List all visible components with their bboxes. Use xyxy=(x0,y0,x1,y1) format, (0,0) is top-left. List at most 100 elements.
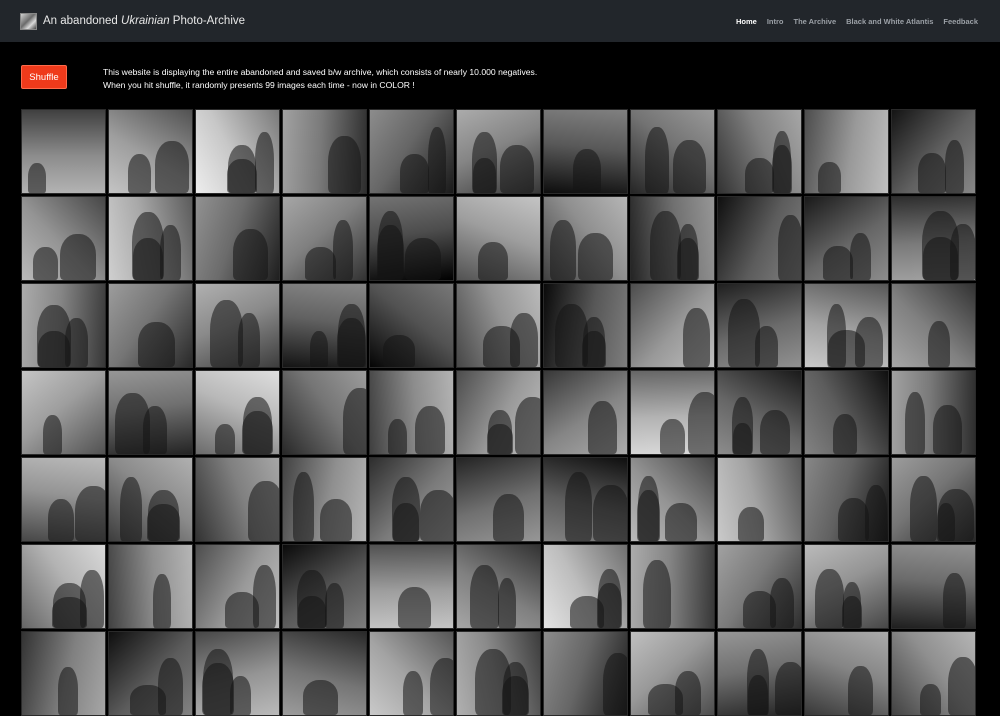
photo-thumbnail[interactable] xyxy=(108,196,193,281)
photo-thumbnail[interactable] xyxy=(456,631,541,716)
photo-thumbnail[interactable] xyxy=(21,109,106,194)
photo-thumbnail[interactable] xyxy=(891,283,976,368)
photo-thumbnail[interactable] xyxy=(630,544,715,629)
photo-subject-shape xyxy=(297,570,327,628)
photo-subject-shape xyxy=(673,140,706,193)
photo-subject-shape xyxy=(130,685,166,715)
photo-thumbnail[interactable] xyxy=(195,544,280,629)
photo-thumbnail[interactable] xyxy=(891,544,976,629)
photo-thumbnail[interactable] xyxy=(369,196,454,281)
photo-thumbnail[interactable] xyxy=(369,457,454,542)
photo-thumbnail[interactable] xyxy=(282,631,367,716)
photo-thumbnail[interactable] xyxy=(717,544,802,629)
photo-thumbnail[interactable] xyxy=(108,109,193,194)
shuffle-button[interactable]: Shuffle xyxy=(21,65,67,89)
photo-thumbnail[interactable] xyxy=(630,109,715,194)
photo-subject-shape xyxy=(665,503,697,541)
photo-thumbnail[interactable] xyxy=(282,544,367,629)
nav-link-black-and-white-atlantis[interactable]: Black and White Atlantis xyxy=(846,17,933,26)
photo-thumbnail[interactable] xyxy=(108,283,193,368)
photo-thumbnail[interactable] xyxy=(804,109,889,194)
photo-thumbnail[interactable] xyxy=(195,370,280,455)
photo-thumbnail[interactable] xyxy=(891,370,976,455)
photo-thumbnail[interactable] xyxy=(891,631,976,716)
photo-thumbnail[interactable] xyxy=(456,109,541,194)
photo-thumbnail[interactable] xyxy=(630,457,715,542)
photo-thumbnail[interactable] xyxy=(456,457,541,542)
photo-thumbnail[interactable] xyxy=(891,457,976,542)
photo-thumbnail[interactable] xyxy=(717,109,802,194)
photo-thumbnail[interactable] xyxy=(543,283,628,368)
photo-gallery-grid xyxy=(21,109,979,716)
photo-thumbnail[interactable] xyxy=(108,457,193,542)
photo-thumbnail[interactable] xyxy=(630,283,715,368)
photo-thumbnail[interactable] xyxy=(456,544,541,629)
photo-thumbnail[interactable] xyxy=(21,370,106,455)
photo-thumbnail[interactable] xyxy=(804,283,889,368)
photo-thumbnail[interactable] xyxy=(630,370,715,455)
photo-thumbnail[interactable] xyxy=(717,283,802,368)
photo-subject-shape xyxy=(147,504,180,541)
photo-thumbnail[interactable] xyxy=(891,109,976,194)
photo-thumbnail[interactable] xyxy=(717,457,802,542)
photo-thumbnail[interactable] xyxy=(456,370,541,455)
photo-thumbnail[interactable] xyxy=(543,457,628,542)
photo-thumbnail[interactable] xyxy=(108,370,193,455)
photo-thumbnail[interactable] xyxy=(543,544,628,629)
photo-thumbnail[interactable] xyxy=(630,196,715,281)
photo-thumbnail[interactable] xyxy=(282,109,367,194)
photo-thumbnail[interactable] xyxy=(21,457,106,542)
photo-subject-shape xyxy=(827,304,846,367)
photo-thumbnail[interactable] xyxy=(369,283,454,368)
photo-thumbnail[interactable] xyxy=(804,457,889,542)
photo-thumbnail[interactable] xyxy=(630,631,715,716)
photo-thumbnail[interactable] xyxy=(456,283,541,368)
photo-thumbnail[interactable] xyxy=(369,370,454,455)
photo-thumbnail[interactable] xyxy=(543,370,628,455)
photo-thumbnail[interactable] xyxy=(21,544,106,629)
photo-thumbnail[interactable] xyxy=(717,196,802,281)
photo-thumbnail[interactable] xyxy=(195,457,280,542)
photo-subject-shape xyxy=(115,393,150,454)
photo-thumbnail[interactable] xyxy=(195,283,280,368)
nav-link-feedback[interactable]: Feedback xyxy=(943,17,978,26)
photo-thumbnail[interactable] xyxy=(804,631,889,716)
photo-thumbnail[interactable] xyxy=(717,370,802,455)
photo-subject-shape xyxy=(58,667,78,715)
intro-line-2: When you hit shuffle, it randomly presen… xyxy=(103,80,415,90)
photo-thumbnail[interactable] xyxy=(195,196,280,281)
photo-thumbnail[interactable] xyxy=(369,544,454,629)
photo-thumbnail[interactable] xyxy=(804,196,889,281)
photo-thumbnail[interactable] xyxy=(108,544,193,629)
site-brand[interactable]: An abandoned Ukrainian Photo-Archive xyxy=(20,12,245,30)
photo-thumbnail[interactable] xyxy=(891,196,976,281)
nav-link-the-archive[interactable]: The Archive xyxy=(793,17,836,26)
photo-thumbnail[interactable] xyxy=(282,283,367,368)
photo-subject-shape xyxy=(470,565,499,628)
photo-thumbnail[interactable] xyxy=(804,544,889,629)
photo-thumbnail[interactable] xyxy=(456,196,541,281)
photo-subject-shape xyxy=(833,414,857,454)
photo-thumbnail[interactable] xyxy=(282,457,367,542)
photo-subject-shape xyxy=(747,649,769,715)
photo-thumbnail[interactable] xyxy=(108,631,193,716)
photo-thumbnail[interactable] xyxy=(282,196,367,281)
photo-thumbnail[interactable] xyxy=(282,370,367,455)
photo-thumbnail[interactable] xyxy=(804,370,889,455)
photo-subject-shape xyxy=(778,215,801,280)
photo-thumbnail[interactable] xyxy=(543,109,628,194)
photo-thumbnail[interactable] xyxy=(21,196,106,281)
nav-link-intro[interactable]: Intro xyxy=(767,17,784,26)
nav-link-home[interactable]: Home xyxy=(736,17,757,26)
photo-thumbnail[interactable] xyxy=(543,196,628,281)
photo-thumbnail[interactable] xyxy=(195,631,280,716)
photo-thumbnail[interactable] xyxy=(21,631,106,716)
photo-thumbnail[interactable] xyxy=(195,109,280,194)
photo-subject-shape xyxy=(305,247,336,280)
photo-subject-shape xyxy=(320,499,352,541)
photo-thumbnail[interactable] xyxy=(543,631,628,716)
photo-thumbnail[interactable] xyxy=(21,283,106,368)
photo-thumbnail[interactable] xyxy=(369,631,454,716)
photo-thumbnail[interactable] xyxy=(717,631,802,716)
photo-thumbnail[interactable] xyxy=(369,109,454,194)
